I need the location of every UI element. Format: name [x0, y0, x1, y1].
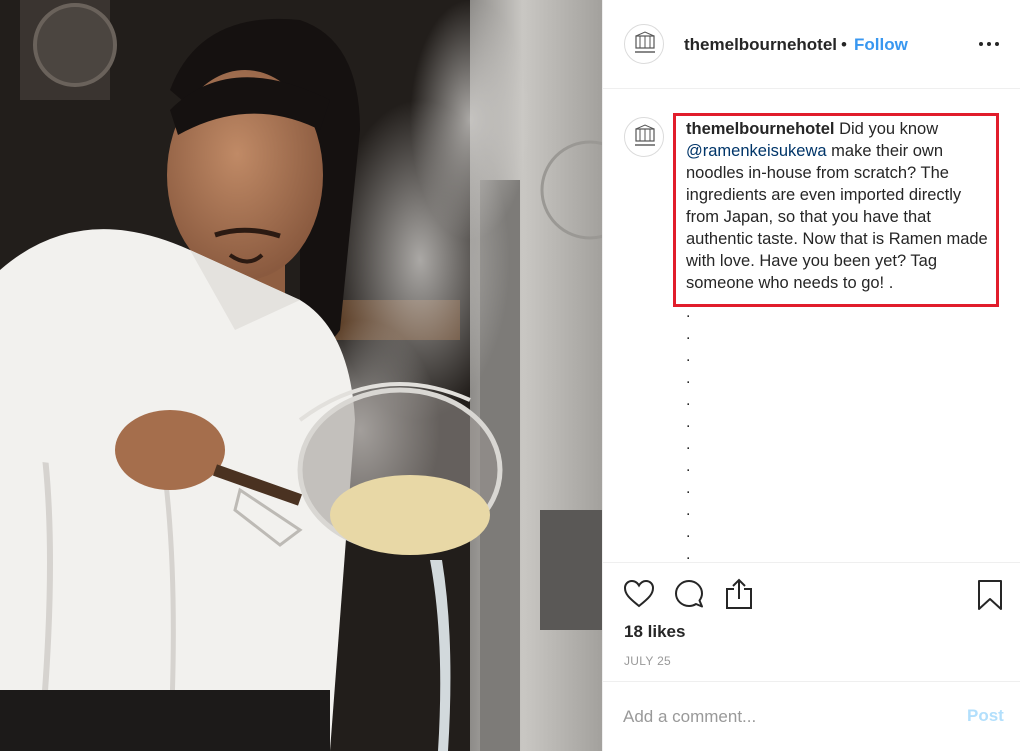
follow-button[interactable]: Follow: [854, 35, 908, 55]
hotel-logo-icon: [635, 31, 655, 53]
add-comment-bar: Post: [603, 681, 1020, 751]
caption-dot: .: [686, 436, 691, 453]
caption-dot: .: [686, 480, 691, 497]
caption-dot: .: [686, 502, 691, 519]
share-icon[interactable]: [723, 577, 755, 616]
caption-dot: .: [686, 392, 691, 409]
post-header: themelbournehotel • Follow: [603, 0, 1020, 89]
post-details-panel: themelbournehotel • Follow themelbourneh…: [602, 0, 1020, 751]
post-date[interactable]: JULY 25: [624, 654, 671, 668]
caption-dot: .: [686, 524, 691, 541]
caption-dot: .: [686, 348, 691, 365]
comment-input[interactable]: [623, 704, 943, 730]
post-photo: [0, 0, 602, 751]
post-comment-button[interactable]: Post: [967, 706, 1004, 726]
comments-section: themelbournehotel Did you know @ramenkei…: [603, 90, 1020, 562]
caption-dot: .: [686, 370, 691, 387]
post-caption: themelbournehotel Did you know @ramenkei…: [686, 118, 996, 294]
caption-text-before: Did you know: [834, 120, 939, 138]
caption-mention-link[interactable]: @ramenkeisukewa: [686, 142, 827, 160]
caption-dot: .: [686, 414, 691, 431]
caption-text-after: make their own noodles in-house from scr…: [686, 142, 988, 292]
account-username[interactable]: themelbournehotel: [684, 35, 837, 55]
hotel-logo-icon: [635, 124, 655, 146]
more-options-icon[interactable]: [977, 34, 1001, 54]
account-avatar[interactable]: [624, 24, 664, 64]
post-actions: 18 likes JULY 25 Post: [603, 562, 1020, 751]
likes-count[interactable]: 18 likes: [624, 622, 685, 642]
ramen-chef-illustration: [0, 0, 602, 751]
caption-username[interactable]: themelbournehotel: [686, 120, 835, 138]
bookmark-icon[interactable]: [976, 579, 1004, 616]
caption-dot: .: [686, 546, 691, 562]
caption-avatar[interactable]: [624, 117, 664, 157]
comment-icon[interactable]: [673, 579, 705, 614]
caption-dots: . . . . . . . . . . . .: [686, 302, 706, 562]
caption-dot: .: [686, 304, 691, 321]
caption-dot: .: [686, 326, 691, 343]
header-separator: •: [841, 35, 847, 54]
caption-dot: .: [686, 458, 691, 475]
heart-icon[interactable]: [623, 579, 655, 614]
